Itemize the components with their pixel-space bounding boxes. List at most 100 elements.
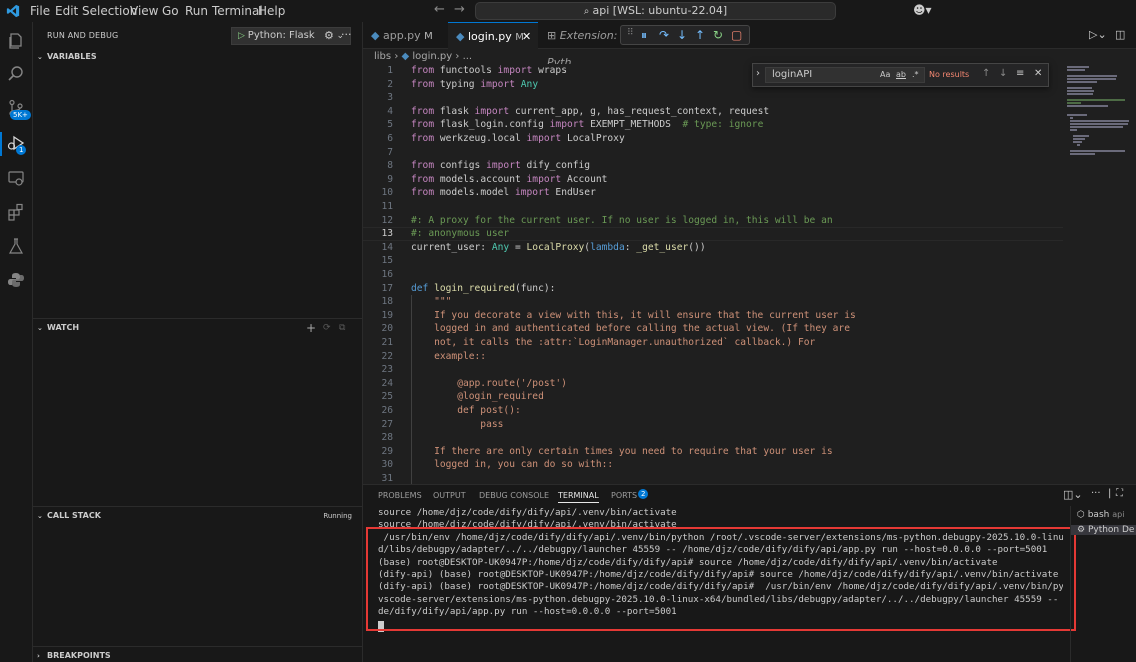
terminal-entry-python-debug[interactable]: ⚙ Python De	[1071, 525, 1136, 535]
code-line[interactable]: 25 @login_required	[363, 390, 1063, 404]
add-expression-icon[interactable]: +	[306, 319, 316, 337]
run-file-icon[interactable]: ▷⌄	[1089, 28, 1107, 41]
find-input[interactable]: loginAPI Aa ab .*	[765, 67, 925, 83]
code-line[interactable]: 27 pass	[363, 418, 1063, 432]
menu-file[interactable]: File	[30, 4, 50, 18]
menu-run[interactable]: Run	[185, 4, 208, 18]
line-number: 25	[381, 391, 393, 403]
pause-icon[interactable]: ⏸	[641, 28, 647, 43]
code-line[interactable]: 28	[363, 431, 1063, 445]
ports-badge: 2	[638, 489, 649, 499]
stop-icon[interactable]: ▢	[731, 28, 742, 42]
menu-view[interactable]: View	[130, 4, 158, 18]
more-actions-icon[interactable]: ···	[341, 28, 352, 41]
fullscreen-icon[interactable]: ⛶	[1116, 488, 1123, 499]
code-editor[interactable]: 1 from functools import wraps 2 from typing…	[363, 64, 1063, 484]
remote-explorer-icon[interactable]	[7, 169, 25, 187]
menu-edit[interactable]: Edit	[55, 4, 78, 18]
code-line[interactable]: 11	[363, 200, 1063, 214]
menu-terminal[interactable]: Terminal	[212, 4, 263, 18]
code-line[interactable]: 16	[363, 268, 1063, 282]
drag-handle-icon[interactable]: ⠿	[627, 28, 634, 38]
code-line[interactable]: 19 If you decorate a view with this, it …	[363, 309, 1063, 323]
tab-ports[interactable]: PORTS	[611, 491, 637, 500]
refresh-icon[interactable]: ⟳	[323, 319, 331, 337]
tab-extension-python[interactable]: ⊞ Extension: Pyth	[539, 22, 619, 69]
indent-guide	[411, 295, 412, 484]
code-line[interactable]: 14 current_user: Any = LocalProxy(lambda:…	[363, 241, 1063, 255]
minimap[interactable]	[1063, 64, 1136, 484]
breakpoints-section-header[interactable]: › BREAKPOINTS	[33, 646, 362, 662]
collapse-all-icon[interactable]: ⧉	[339, 319, 345, 337]
menu-help[interactable]: Help	[258, 4, 285, 18]
regex-icon[interactable]: .*	[912, 68, 919, 82]
terminal-layout-icon[interactable]: ◫⌄	[1063, 488, 1083, 501]
testing-flask-icon[interactable]	[7, 237, 25, 255]
restart-icon[interactable]: ↻	[713, 28, 723, 42]
match-case-icon[interactable]: Aa	[880, 68, 890, 82]
close-icon[interactable]: ✕	[1034, 68, 1042, 79]
code-line[interactable]: 23	[363, 363, 1063, 377]
breadcrumb-symbol[interactable]: ...	[463, 51, 473, 62]
watch-section-header[interactable]: ⌄ WATCH + ⟳ ⧉	[33, 318, 362, 336]
step-into-icon[interactable]: ↓	[677, 28, 687, 42]
terminal-entry-bash[interactable]: ⬡ bash api	[1077, 510, 1124, 520]
search-icon[interactable]	[7, 65, 25, 83]
extension-icon: ⊞	[547, 29, 560, 42]
step-over-icon[interactable]: ↷	[659, 28, 669, 42]
code-line[interactable]: 10 from models.model import EndUser	[363, 186, 1063, 200]
code-line[interactable]: 3	[363, 91, 1063, 105]
code-line[interactable]: 18 """	[363, 295, 1063, 309]
code-text: def post():	[411, 405, 521, 416]
chevron-right-icon[interactable]: ›	[756, 68, 760, 79]
breadcrumb-file[interactable]: login.py	[412, 51, 452, 62]
code-line[interactable]: 7	[363, 146, 1063, 160]
code-line[interactable]: 22 example::	[363, 350, 1063, 364]
tab-debug-console[interactable]: DEBUG CONSOLE	[479, 491, 549, 500]
code-line[interactable]: 24 @app.route('/post')	[363, 377, 1063, 391]
split-editor-icon[interactable]: ◫	[1115, 28, 1125, 41]
find-in-selection-icon[interactable]: ≡	[1016, 68, 1024, 79]
next-match-icon[interactable]: ↓	[999, 68, 1007, 79]
copilot-icon[interactable]: ☻▾	[913, 3, 932, 17]
menu-go[interactable]: Go	[162, 4, 179, 18]
more-actions-icon[interactable]: ···	[1091, 488, 1101, 499]
tab-app-py[interactable]: ◆ app.py M	[363, 22, 447, 49]
gear-icon[interactable]: ⚙	[324, 29, 334, 42]
code-line[interactable]: 6 from werkzeug.local import LocalProxy	[363, 132, 1063, 146]
code-line[interactable]: 17 def login_required(func):	[363, 282, 1063, 296]
close-icon[interactable]: ✕	[522, 23, 531, 50]
tab-terminal[interactable]: TERMINAL	[558, 491, 599, 503]
code-line[interactable]: 20 logged in and authenticated before ca…	[363, 322, 1063, 336]
step-out-icon[interactable]: ↑	[695, 28, 705, 42]
tab-problems[interactable]: PROBLEMS	[378, 491, 422, 500]
call-stack-section-header[interactable]: ⌄ CALL STACK Running	[33, 506, 362, 524]
tab-output[interactable]: OUTPUT	[433, 491, 466, 500]
code-line[interactable]: 9 from models.account import Account	[363, 173, 1063, 187]
variables-section-header[interactable]: ⌄ VARIABLES	[33, 48, 362, 66]
forward-arrow-icon[interactable]: →	[454, 2, 465, 17]
python-icon[interactable]	[7, 271, 25, 289]
code-line[interactable]: 21 not, it calls the :attr:`LoginManager…	[363, 336, 1063, 350]
tab-login-py[interactable]: ◆ login.py M ✕	[448, 22, 538, 49]
back-arrow-icon[interactable]: ←	[434, 2, 445, 17]
maximize-panel-icon[interactable]: |	[1108, 488, 1111, 499]
start-debug-icon[interactable]: ▷	[238, 31, 248, 41]
code-line[interactable]: 5 from flask_login.config import EXEMPT_M…	[363, 118, 1063, 132]
code-line[interactable]: 4 from flask import current_app, g, has_r…	[363, 105, 1063, 119]
code-line[interactable]: 15	[363, 254, 1063, 268]
match-whole-word-icon[interactable]: ab	[896, 68, 906, 82]
extensions-icon[interactable]	[7, 203, 25, 221]
command-center-search[interactable]: ⌕ api [WSL: ubuntu-22.04]	[475, 2, 836, 20]
code-line[interactable]: 13 #: anonymous user	[363, 227, 1063, 241]
previous-match-icon[interactable]: ↑	[982, 68, 990, 79]
breadcrumb-folder[interactable]: libs	[374, 51, 391, 62]
code-line[interactable]: 30 logged in, you can do so with::	[363, 458, 1063, 472]
code-line[interactable]: 31	[363, 472, 1063, 484]
code-line[interactable]: 12 #: A proxy for the current user. If no…	[363, 214, 1063, 228]
code-line[interactable]: 29 If there are only certain times you n…	[363, 445, 1063, 459]
code-text: not, it calls the :attr:`LoginManager.un…	[411, 337, 816, 348]
explorer-icon[interactable]	[7, 32, 25, 50]
code-line[interactable]: 8 from configs import dify_config	[363, 159, 1063, 173]
code-line[interactable]: 26 def post():	[363, 404, 1063, 418]
